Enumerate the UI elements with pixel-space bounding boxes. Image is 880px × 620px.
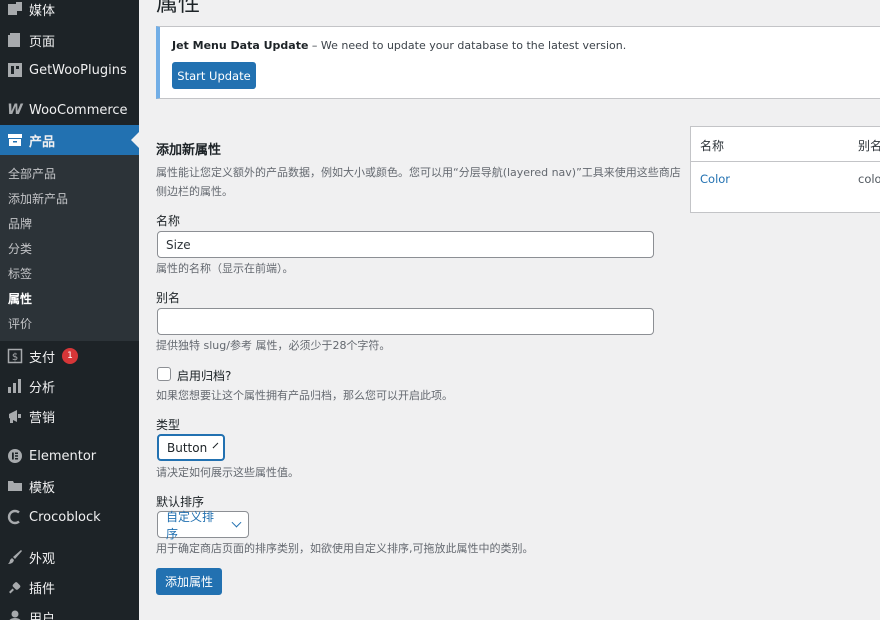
menu-item-crocoblock[interactable]: Crocoblock: [0, 502, 139, 532]
page-title: 属性: [156, 0, 201, 17]
attribute-slug-cell: colo: [858, 172, 880, 186]
menu-item-woocommerce[interactable]: W WooCommerce: [0, 95, 139, 125]
notice-title: Jet Menu Data Update: [172, 39, 309, 52]
products-submenu: 全部产品 添加新产品 品牌 分类 标签 属性 评价: [0, 155, 139, 341]
menu-item-label: 用户: [29, 611, 56, 620]
slug-help: 提供独特 slug/参考 属性，必须少于28个字符。: [156, 339, 391, 352]
menu-item-marketing[interactable]: 营销: [0, 401, 139, 431]
menu-item-appearance[interactable]: 外观: [0, 542, 139, 572]
submenu-categories[interactable]: 分类: [8, 240, 32, 257]
submenu-attributes[interactable]: 属性: [8, 290, 32, 307]
add-attribute-button[interactable]: 添加属性: [156, 568, 222, 595]
user-icon: [6, 608, 24, 620]
folder-icon: [6, 477, 24, 495]
menu-item-products[interactable]: 产品: [0, 125, 139, 155]
form-description: 属性能让您定义额外的产品数据，例如大小或颜色。您可以用“分层导航(layered…: [156, 166, 681, 198]
menu-item-label: 页面: [29, 34, 56, 50]
type-select-value: Button: [167, 440, 208, 455]
slug-label: 别名: [156, 291, 181, 305]
enable-archive-label: 启用归档?: [177, 369, 232, 383]
megaphone-icon: [6, 407, 24, 425]
crocoblock-icon: [6, 508, 24, 526]
menu-item-label: 插件: [29, 581, 56, 597]
order-select[interactable]: 自定义排序: [157, 510, 249, 541]
menu-item-label: Elementor: [29, 448, 97, 464]
menu-item-label: GetWooPlugins: [29, 62, 127, 78]
menu-item-users[interactable]: 用户: [0, 602, 139, 620]
column-header-name[interactable]: 名称: [700, 137, 724, 154]
chevron-down-icon: [212, 442, 219, 449]
page-icon: [6, 31, 24, 49]
submenu-tags[interactable]: 标签: [8, 265, 32, 282]
plug-icon: [6, 578, 24, 596]
order-select-value: 自定义排序: [166, 509, 215, 541]
start-update-button[interactable]: Start Update: [172, 62, 256, 89]
menu-item-label: 媒体: [29, 3, 56, 19]
enable-archive-checkbox[interactable]: [157, 367, 171, 381]
name-field[interactable]: Size: [157, 231, 654, 258]
order-help: 用于确定商店页面的排序类别，如欲使用自定义排序,可拖放此属性中的类别。: [156, 542, 534, 555]
notification-badge: 1: [62, 348, 79, 364]
submenu-reviews[interactable]: 评价: [8, 315, 32, 332]
menu-item-label: 营销: [29, 410, 56, 426]
type-help: 请决定如何展示这些属性值。: [156, 466, 299, 479]
menu-item-label: 支付: [29, 350, 56, 366]
type-select[interactable]: Button: [157, 434, 225, 461]
main-content: 属性 Jet Menu Data Update – We need to upd…: [139, 0, 880, 620]
menu-item-label: 产品: [29, 134, 56, 150]
attribute-link-color[interactable]: Color: [700, 172, 730, 186]
menu-item-plugins[interactable]: 插件: [0, 572, 139, 602]
menu-item-label: 外观: [29, 551, 56, 567]
elementor-icon: [6, 447, 24, 465]
svg-text:$: $: [12, 352, 18, 363]
notice-text: Jet Menu Data Update – We need to update…: [172, 39, 626, 52]
media-icon: [6, 0, 24, 18]
woo-icon: W: [7, 102, 23, 118]
submenu-all-products[interactable]: 全部产品: [8, 165, 56, 182]
admin-sidebar: 媒体 页面 GetWooPlugins W WooCommerce 产品 全部产…: [0, 0, 139, 620]
chevron-down-icon: [231, 517, 242, 528]
name-label: 名称: [156, 214, 181, 228]
menu-item-media[interactable]: 媒体: [0, 0, 139, 24]
name-help: 属性的名称（显示在前端）。: [156, 262, 294, 275]
add-attribute-heading: 添加新属性: [156, 143, 222, 158]
menu-item-templates[interactable]: 模板: [0, 471, 139, 501]
menu-item-label: 模板: [29, 480, 56, 496]
paintbrush-icon: [6, 548, 24, 566]
column-header-slug[interactable]: 别名: [858, 137, 880, 154]
table-header: 名称 别名: [691, 127, 880, 162]
submenu-brands[interactable]: 品牌: [8, 215, 32, 232]
slug-field[interactable]: [157, 308, 654, 335]
menu-item-analytics[interactable]: 分析: [0, 371, 139, 401]
update-notice: Jet Menu Data Update – We need to update…: [156, 26, 880, 99]
name-field-value: Size: [166, 237, 191, 252]
notice-message: – We need to update your database to the…: [308, 39, 627, 52]
menu-item-label: 分析: [29, 380, 56, 396]
menu-item-pages[interactable]: 页面: [0, 25, 139, 55]
menu-item-label: Crocoblock: [29, 509, 101, 525]
archive-help: 如果您想要让这个属性拥有产品归档，那么您可以开启此项。: [156, 389, 453, 402]
plugin-box-icon: [6, 61, 24, 79]
menu-item-getwooplugins[interactable]: GetWooPlugins: [0, 55, 139, 85]
menu-item-elementor[interactable]: Elementor: [0, 441, 139, 471]
payment-icon: $: [6, 347, 24, 365]
attributes-table: 名称 别名 Color colo: [690, 126, 880, 213]
menu-item-label: WooCommerce: [29, 102, 128, 118]
submenu-add-product[interactable]: 添加新产品: [8, 190, 68, 207]
chart-icon: [6, 377, 24, 395]
menu-item-payments[interactable]: $ 支付 1: [0, 341, 139, 371]
archive-icon: [6, 131, 24, 149]
type-label: 类型: [156, 418, 181, 432]
